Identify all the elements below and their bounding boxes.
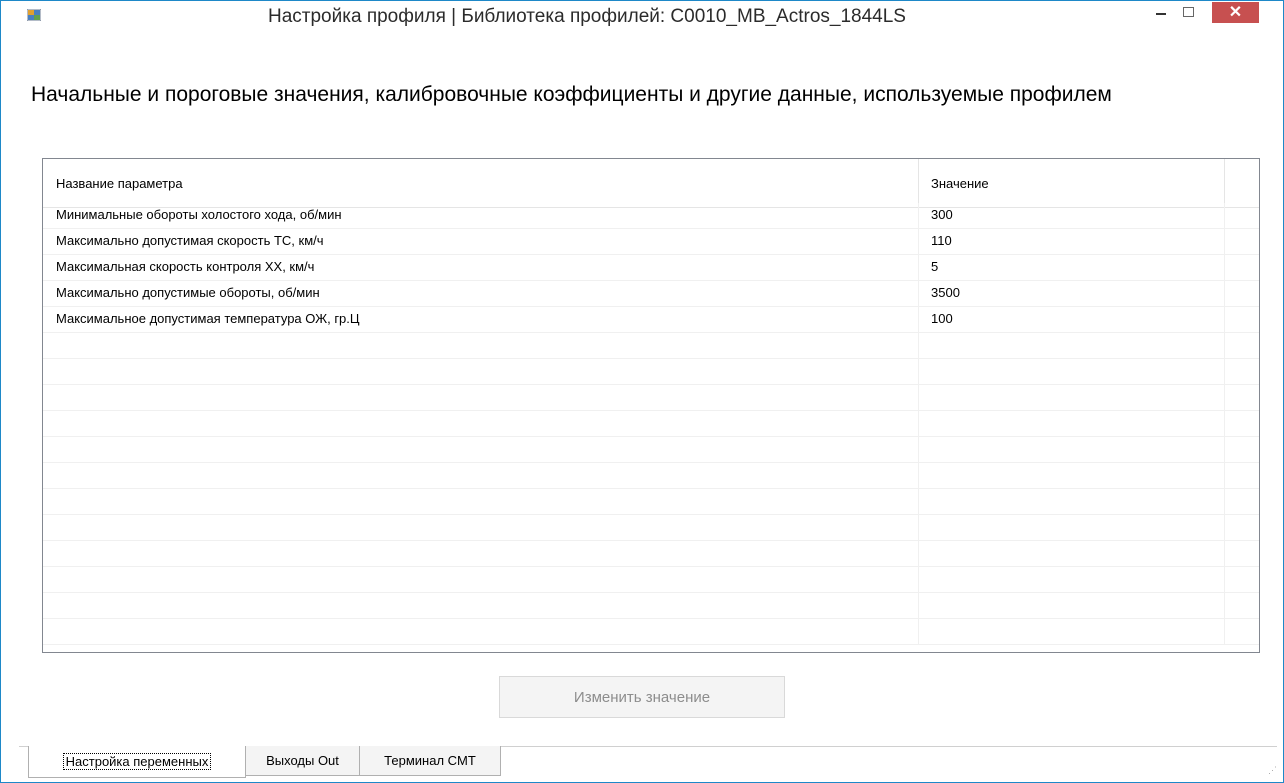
empty-cell [43, 515, 919, 541]
maximize-button[interactable] [1175, 1, 1201, 23]
table-row[interactable]: Максимальное допустимая температура ОЖ, … [43, 307, 1259, 333]
empty-cell [919, 567, 1225, 593]
empty-cell [43, 333, 919, 359]
close-button[interactable]: ✕ [1212, 2, 1259, 23]
maximize-icon [1182, 7, 1194, 17]
table-row[interactable]: Минимальные обороты холостого хода, об/м… [43, 203, 1259, 229]
empty-cell [919, 359, 1225, 385]
profile-settings-window: Настройка профиля | Библиотека профилей:… [0, 0, 1284, 783]
empty-table-row [43, 437, 1259, 463]
table-row[interactable]: Максимально допустимые обороты, об/мин 3… [43, 281, 1259, 307]
param-value-cell[interactable]: 5 [919, 255, 1225, 281]
empty-table-row [43, 619, 1259, 645]
table-row[interactable]: Максимальная скорость контроля ХХ, км/ч … [43, 255, 1259, 281]
empty-cell [43, 489, 919, 515]
tab-variables-settings[interactable]: Настройка переменных [28, 746, 246, 778]
param-value-cell[interactable]: 300 [919, 203, 1225, 229]
empty-table-row [43, 515, 1259, 541]
empty-cell [43, 619, 919, 645]
column-header-value[interactable]: Значение [919, 159, 1225, 207]
empty-table-row [43, 333, 1259, 359]
empty-table-row [43, 463, 1259, 489]
empty-cell [919, 541, 1225, 567]
minimize-button[interactable] [1148, 1, 1174, 23]
column-header-name[interactable]: Название параметра [43, 159, 919, 207]
empty-cell [43, 593, 919, 619]
empty-table-row [43, 593, 1259, 619]
param-name-cell[interactable]: Максимальное допустимая температура ОЖ, … [43, 307, 919, 333]
grid-header: Название параметра Значение [43, 159, 1259, 208]
empty-cell [919, 515, 1225, 541]
param-name-cell[interactable]: Максимальная скорость контроля ХХ, км/ч [43, 255, 919, 281]
empty-cell [43, 541, 919, 567]
table-row[interactable]: Максимально допустимая скорость ТС, км/ч… [43, 229, 1259, 255]
empty-cell [43, 411, 919, 437]
resize-grip-icon[interactable]: ⋰ [1268, 765, 1277, 776]
empty-table-row [43, 411, 1259, 437]
empty-cell [919, 619, 1225, 645]
column-header-filler [1225, 159, 1259, 207]
empty-table-row [43, 359, 1259, 385]
empty-table-row [43, 489, 1259, 515]
page-heading: Начальные и пороговые значения, калибров… [31, 83, 1112, 106]
empty-cell [919, 593, 1225, 619]
empty-cell [43, 359, 919, 385]
title-bar[interactable]: Настройка профиля | Библиотека профилей:… [1, 1, 1283, 31]
window-title: Настройка профиля | Библиотека профилей:… [268, 6, 906, 27]
param-value-cell[interactable]: 100 [919, 307, 1225, 333]
tab-label: Терминал CMT [384, 753, 476, 768]
empty-cell [919, 463, 1225, 489]
param-value-cell[interactable]: 110 [919, 229, 1225, 255]
empty-cell [919, 333, 1225, 359]
grid-rows: Минимальные обороты холостого хода, об/м… [43, 203, 1259, 645]
minimize-icon [1156, 13, 1166, 15]
parameters-grid[interactable]: Название параметра Значение Минимальные … [42, 158, 1260, 653]
empty-cell [919, 489, 1225, 515]
empty-cell [919, 411, 1225, 437]
change-value-button[interactable]: Изменить значение [499, 676, 785, 718]
tab-label: Выходы Out [266, 753, 339, 768]
param-name-cell[interactable]: Максимально допустимая скорость ТС, км/ч [43, 229, 919, 255]
empty-cell [43, 385, 919, 411]
param-name-cell[interactable]: Максимально допустимые обороты, об/мин [43, 281, 919, 307]
tab-outputs[interactable]: Выходы Out [245, 746, 360, 776]
tab-cmt-terminal[interactable]: Терминал CMT [359, 746, 501, 776]
empty-table-row [43, 567, 1259, 593]
empty-cell [43, 437, 919, 463]
param-name-cell[interactable]: Минимальные обороты холостого хода, об/м… [43, 203, 919, 229]
tab-label: Настройка переменных [62, 753, 212, 770]
empty-table-row [43, 541, 1259, 567]
empty-cell [919, 437, 1225, 463]
close-icon: ✕ [1228, 3, 1243, 21]
empty-rows [43, 333, 1259, 645]
empty-cell [43, 463, 919, 489]
empty-table-row [43, 385, 1259, 411]
empty-cell [919, 385, 1225, 411]
param-value-cell[interactable]: 3500 [919, 281, 1225, 307]
empty-cell [43, 567, 919, 593]
